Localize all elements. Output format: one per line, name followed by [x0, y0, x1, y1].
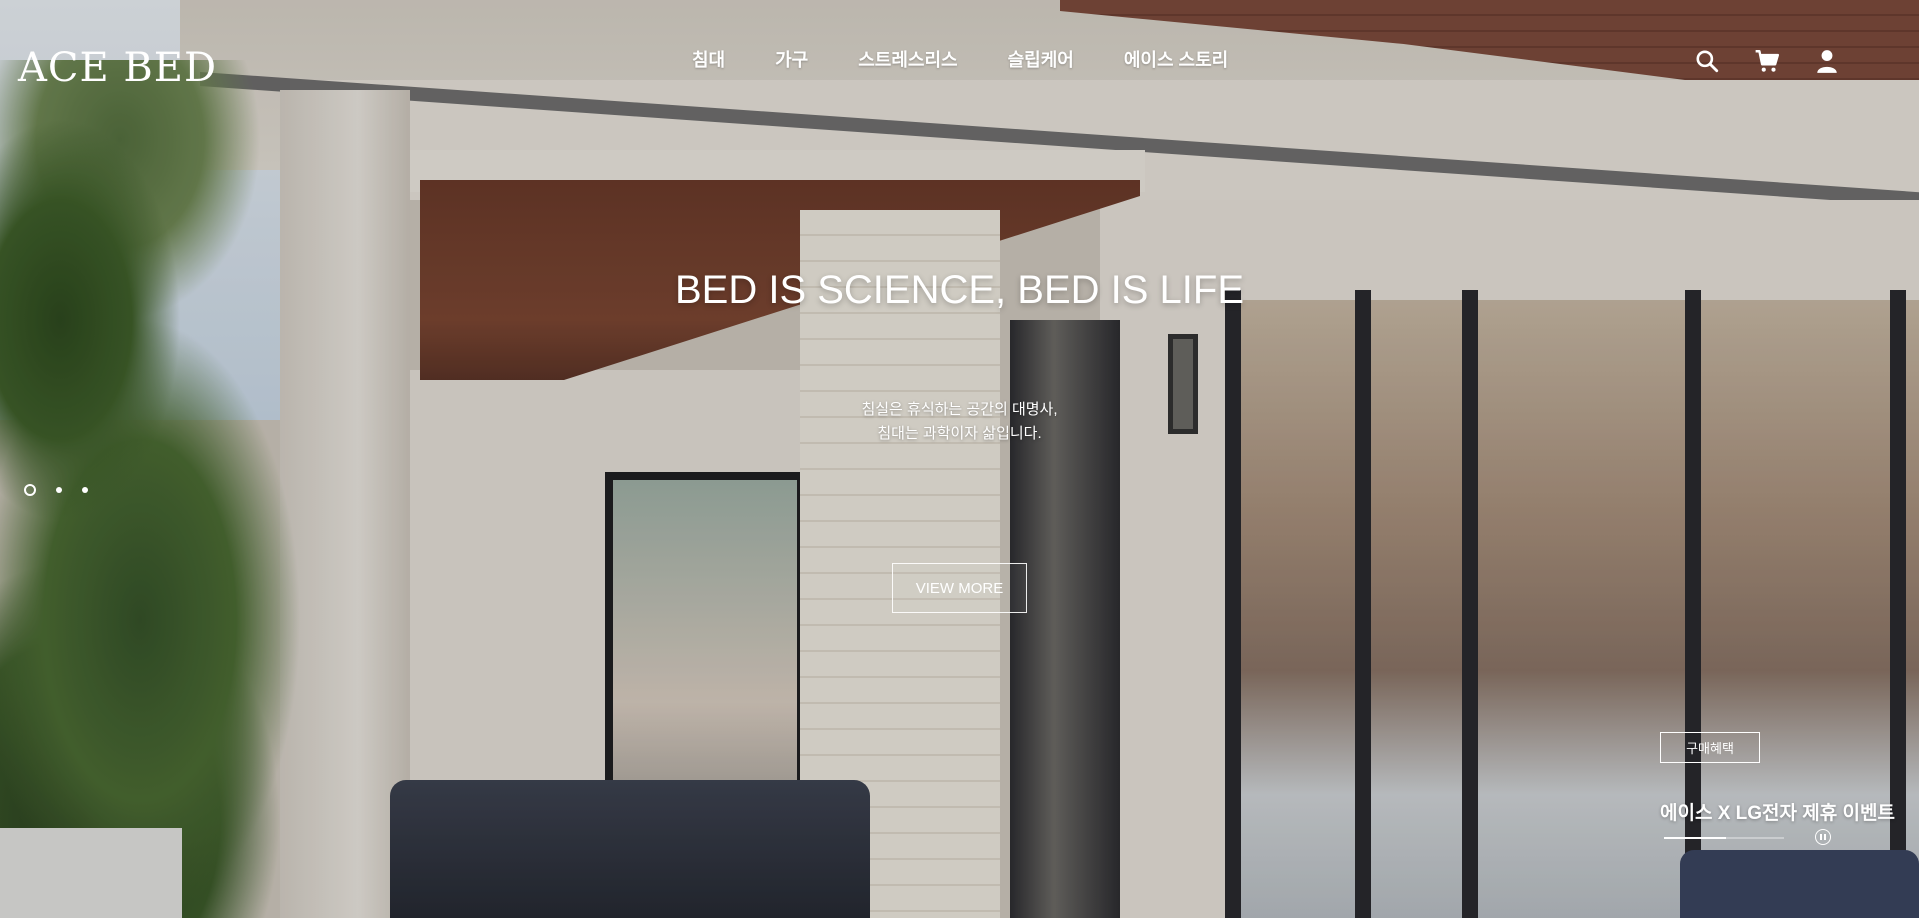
nav-item-bed[interactable]: 침대: [692, 46, 725, 72]
search-icon[interactable]: [1694, 48, 1720, 74]
slide-dot-3[interactable]: [82, 487, 88, 493]
nav-item-stressless[interactable]: 스트레스리스: [858, 46, 957, 72]
pause-icon[interactable]: [1815, 829, 1831, 845]
nav-item-sleepcare[interactable]: 슬립케어: [1008, 46, 1074, 72]
event-badge[interactable]: 구매혜택: [1660, 732, 1760, 763]
slide-pagination: [24, 484, 88, 496]
site-header: ACE BED 침대 가구 스트레스리스 슬립케어 에이스 스토리: [0, 0, 1919, 120]
cart-icon[interactable]: [1754, 48, 1780, 74]
event-title[interactable]: 에이스 X LG전자 제휴 이벤트: [1660, 798, 1895, 825]
user-icon[interactable]: [1814, 48, 1840, 74]
event-progress-fill: [1664, 837, 1727, 839]
main-nav: 침대 가구 스트레스리스 슬립케어 에이스 스토리: [692, 46, 1228, 72]
hero-background-video: [0, 0, 1919, 918]
hero-subtitle-line: 침대는 과학이자 삶입니다.: [877, 425, 1042, 442]
hero-subtitle-line: 침실은 휴식하는 공간의 대명사,: [861, 401, 1058, 418]
slide-dot-1[interactable]: [24, 484, 36, 496]
hero-subtitle: 침실은 휴식하는 공간의 대명사, 침대는 과학이자 삶입니다.: [0, 398, 1919, 446]
slide-dot-2[interactable]: [56, 487, 62, 493]
site-logo[interactable]: ACE BED: [18, 45, 217, 91]
hero-title: BED IS SCIENCE, BED IS LIFE: [674, 268, 1245, 312]
view-more-button[interactable]: VIEW MORE: [892, 563, 1027, 613]
nav-item-furniture[interactable]: 가구: [775, 46, 808, 72]
nav-item-ace-story[interactable]: 에이스 스토리: [1124, 46, 1228, 72]
event-progress-bar: [1664, 837, 1784, 839]
video-overlay: [0, 0, 1919, 918]
header-icons: [1694, 48, 1840, 74]
